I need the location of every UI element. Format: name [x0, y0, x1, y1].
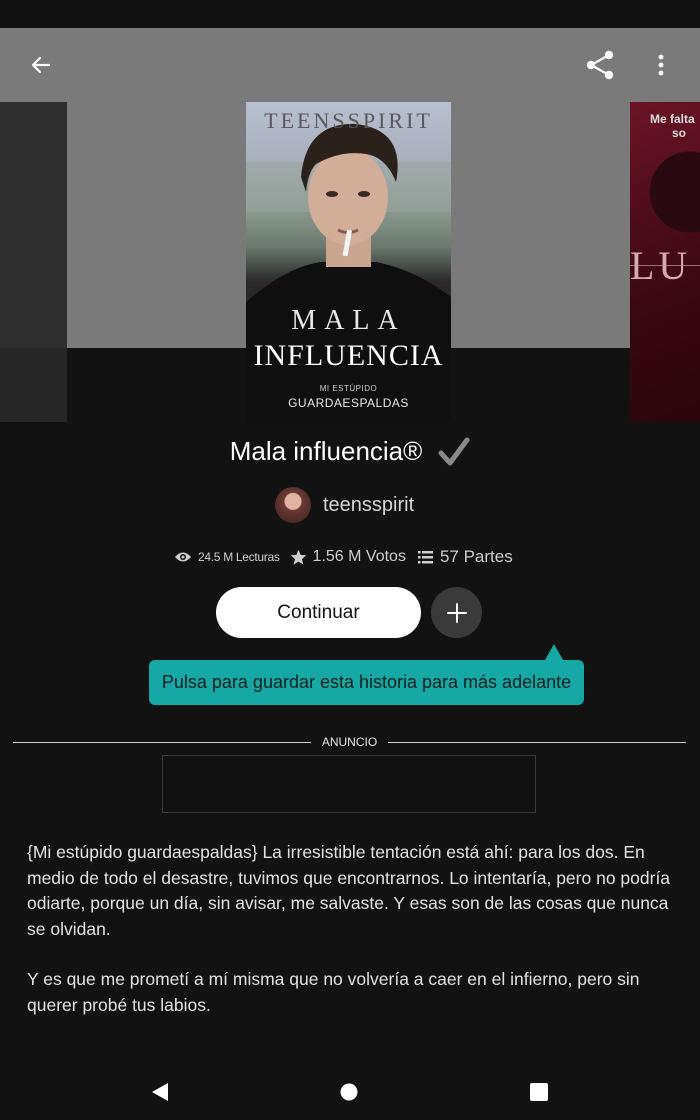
reads-count: 24.5 M Lecturas [198, 550, 280, 564]
plus-icon [446, 602, 467, 623]
parts-count: 57 Partes [439, 547, 513, 566]
author-name: teensspirit [323, 493, 415, 516]
next-story-cover[interactable]: Me falta so LU [630, 102, 700, 422]
ad-divider-left [13, 742, 311, 743]
cover-subtitle-line2: GUARDAESPALDAS [288, 396, 409, 410]
ad-slot[interactable] [162, 755, 536, 813]
avatar [275, 487, 311, 523]
app-bar [0, 28, 700, 102]
title-row: Mala influencia® [0, 436, 700, 467]
story-title: Mala influencia® [229, 436, 423, 466]
next-cover-text: Me falta so [650, 112, 695, 140]
continue-reading-button[interactable]: Continuar [216, 587, 421, 638]
next-cover-text-line2: so [672, 126, 687, 140]
nav-recents-button[interactable] [525, 1078, 553, 1106]
description-paragraph-1: {Mi estúpido guardaespaldas} La irresist… [27, 842, 671, 939]
votes-stat: 1.56 M Votos [290, 548, 406, 566]
add-to-library-button[interactable] [431, 587, 482, 638]
more-vertical-icon [658, 54, 664, 76]
cover-photo [246, 123, 451, 422]
next-cover-title: LU [630, 243, 692, 288]
next-cover-text-line1: Me falta [650, 112, 695, 126]
ad-label: ANUNCIO [321, 735, 378, 749]
nav-back-button[interactable] [146, 1078, 174, 1106]
story-stats: 24.5 M Lecturas 1.56 M Votos 57 Partes [174, 545, 513, 569]
story-cover[interactable]: TEENSSPIRIT MALA INFLUENCIA MI ESTÚPIDO … [246, 102, 451, 422]
ad-divider-right [388, 742, 686, 743]
more-options-button[interactable] [637, 41, 685, 89]
share-icon [586, 50, 614, 80]
status-bar [0, 0, 700, 28]
circle-home-icon [340, 1083, 358, 1101]
votes-count: 1.56 M Votos [312, 548, 406, 565]
author-link[interactable]: teensspirit [275, 487, 414, 523]
previous-story-cover[interactable] [0, 102, 67, 422]
tooltip-arrow [545, 644, 563, 660]
cover-brand: TEENSSPIRIT [264, 108, 433, 133]
list-icon [417, 550, 433, 563]
save-story-tooltip[interactable]: Pulsa para guardar esta historia para má… [149, 660, 584, 705]
description-paragraph-2: Y es que me prometí a mí misma que no vo… [27, 969, 640, 1015]
system-nav-bar [0, 1062, 700, 1120]
story-description: {Mi estúpido guardaespaldas} La irresist… [27, 840, 677, 1043]
nav-home-button[interactable] [335, 1078, 363, 1106]
previous-cover-shadow [0, 348, 67, 422]
checkmark-icon [438, 437, 470, 465]
cover-subtitle-line1: MI ESTÚPIDO [319, 384, 378, 393]
back-button[interactable] [17, 41, 65, 89]
star-icon [290, 549, 306, 565]
share-button[interactable] [576, 41, 624, 89]
eye-icon [175, 552, 191, 562]
square-recents-icon [530, 1083, 548, 1101]
parts-stat: 57 Partes [417, 547, 513, 567]
cover-title-line2: INFLUENCIA [253, 339, 444, 372]
reads-stat: 24.5 M Lecturas [174, 550, 280, 564]
cover-title-line1: MALA [291, 305, 406, 336]
triangle-back-icon [152, 1083, 168, 1101]
arrow-left-icon [31, 56, 51, 74]
